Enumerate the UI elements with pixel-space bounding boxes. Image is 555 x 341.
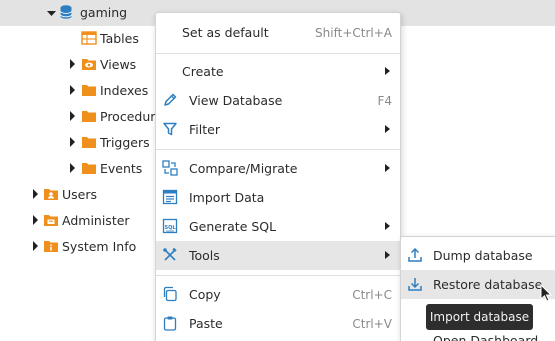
menu-item-import-data[interactable]: Import Data [156, 183, 400, 212]
expand-arrow-icon[interactable] [30, 215, 40, 225]
menu-item-filter[interactable]: Filter [156, 115, 400, 144]
expand-arrow-icon[interactable] [67, 163, 77, 173]
shortcut-label: Ctrl+V [352, 316, 392, 331]
submenu-item-dump-database[interactable]: Dump database [401, 241, 555, 270]
submenu-arrow-icon [385, 251, 390, 259]
expand-arrow-icon[interactable] [30, 189, 40, 199]
pencil-icon [162, 92, 178, 108]
tree-label-users: Users [62, 187, 98, 202]
submenu-label: Restore database [433, 277, 543, 292]
menu-separator [156, 53, 400, 54]
menu-label: Paste [189, 316, 223, 331]
import-data-icon [162, 189, 178, 205]
sql-icon: SQL [162, 218, 178, 234]
menu-label: Compare/Migrate [189, 161, 298, 176]
submenu-arrow-icon [385, 164, 390, 172]
filter-icon [162, 121, 178, 137]
tree-label-indexes: Indexes [100, 83, 149, 98]
submenu-arrow-icon [385, 125, 390, 133]
submenu-label: Open Dashboard [433, 333, 539, 341]
views-folder-icon [81, 56, 97, 72]
tree-label-events: Events [100, 161, 143, 176]
menu-label: Set as default [182, 25, 269, 40]
copy-icon [162, 286, 178, 302]
folder-icon [81, 134, 97, 150]
context-menu: Set as default Shift+Ctrl+A Create View … [155, 12, 401, 341]
tree-label-triggers: Triggers [100, 135, 150, 150]
menu-item-paste[interactable]: Paste Ctrl+V [156, 309, 400, 338]
menu-item-tools[interactable]: Tools [156, 241, 400, 270]
shortcut-label: F4 [377, 93, 392, 108]
paste-icon [162, 315, 178, 331]
expand-arrow-icon[interactable] [67, 137, 77, 147]
menu-item-compare-migrate[interactable]: Compare/Migrate [156, 154, 400, 183]
menu-label: View Database [189, 93, 283, 108]
compare-icon [162, 160, 178, 176]
tree-row-users[interactable]: Users [0, 181, 160, 207]
menu-label: Tools [189, 248, 220, 263]
shortcut-label: Ctrl+C [352, 287, 392, 302]
tree-row-views[interactable]: Views [0, 51, 160, 77]
tree-label-system-info: System Info [62, 239, 137, 254]
menu-item-view-database[interactable]: View Database F4 [156, 86, 400, 115]
tools-icon [162, 247, 178, 263]
tree-row-indexes[interactable]: Indexes [0, 77, 160, 103]
tree-label-administer: Administer [62, 213, 130, 228]
tree-row-triggers[interactable]: Triggers [0, 129, 160, 155]
tree-label-views: Views [100, 57, 137, 72]
system-info-folder-icon [43, 238, 59, 254]
svg-text:SQL: SQL [164, 225, 176, 231]
tree-label-tables: Tables [100, 31, 139, 46]
expand-arrow-icon[interactable] [30, 241, 40, 251]
collapse-arrow-icon[interactable] [46, 8, 56, 18]
menu-item-copy[interactable]: Copy Ctrl+C [156, 280, 400, 309]
table-icon [81, 30, 97, 46]
tree-row-system-info[interactable]: System Info [0, 233, 160, 259]
tooltip: Import database [426, 304, 533, 330]
tree-row-events[interactable]: Events [0, 155, 160, 181]
mouse-cursor-icon [540, 283, 553, 302]
download-icon [407, 276, 423, 292]
tree-row-procedures[interactable]: Procedures [0, 103, 169, 129]
tree-label-gaming: gaming [80, 5, 128, 20]
expand-arrow-icon[interactable] [67, 85, 77, 95]
submenu-item-restore-database[interactable]: Restore database [401, 270, 555, 299]
folder-icon [81, 82, 97, 98]
menu-label: Create [182, 64, 224, 79]
menu-item-create[interactable]: Create [156, 57, 400, 86]
menu-item-generate-sql[interactable]: SQL Generate SQL [156, 212, 400, 241]
tree-row-administer[interactable]: Administer [0, 207, 160, 233]
administer-folder-icon [43, 212, 59, 228]
folder-icon [81, 160, 97, 176]
upload-icon [407, 247, 423, 263]
submenu-arrow-icon [385, 222, 390, 230]
menu-item-set-as-default[interactable]: Set as default Shift+Ctrl+A [156, 18, 400, 47]
shortcut-label: Shift+Ctrl+A [315, 25, 392, 40]
menu-separator [156, 275, 400, 276]
submenu-arrow-icon [385, 67, 390, 75]
tree-row-tables[interactable]: Tables [0, 25, 160, 51]
expand-arrow-icon[interactable] [67, 111, 77, 121]
expand-arrow-icon[interactable] [67, 59, 77, 69]
submenu-label: Dump database [433, 248, 533, 263]
folder-icon [81, 108, 97, 124]
menu-label: Import Data [189, 190, 265, 205]
menu-separator [156, 149, 400, 150]
menu-label: Copy [189, 287, 221, 302]
menu-label: Generate SQL [189, 219, 277, 234]
database-icon [58, 4, 74, 20]
menu-label: Filter [189, 122, 220, 137]
users-folder-icon [43, 186, 59, 202]
